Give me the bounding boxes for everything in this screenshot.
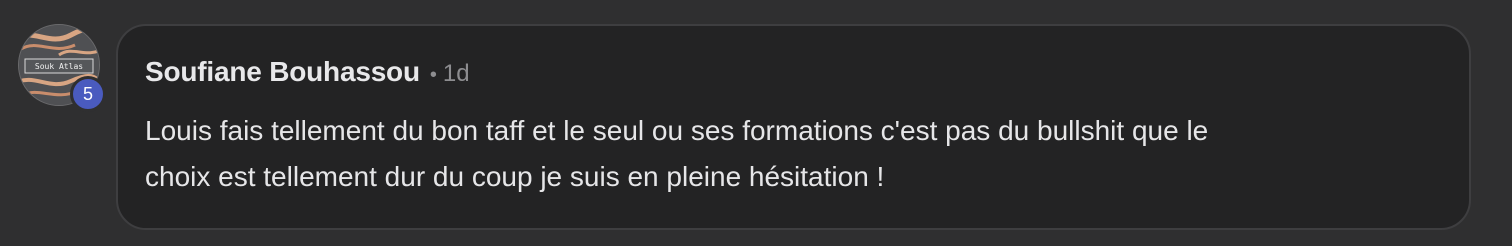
author-name[interactable]: Soufiane Bouhassou	[145, 56, 420, 88]
comment-bubble: Soufiane Bouhassou • 1d Louis fais telle…	[116, 24, 1471, 230]
comment-text: Louis fais tellement du bon taff et le s…	[145, 115, 1209, 192]
comment-item: Souk Atlas 5 Soufiane Bouhassou • 1d Lou…	[0, 0, 1512, 246]
avatar-brand-text: Souk Atlas	[35, 62, 83, 71]
meta-separator: •	[429, 64, 437, 86]
level-badge: 5	[70, 76, 106, 112]
comment-timestamp[interactable]: 1d	[443, 60, 470, 88]
author-avatar[interactable]: Souk Atlas 5	[18, 24, 106, 112]
comment-meta: Soufiane Bouhassou • 1d	[145, 56, 470, 88]
